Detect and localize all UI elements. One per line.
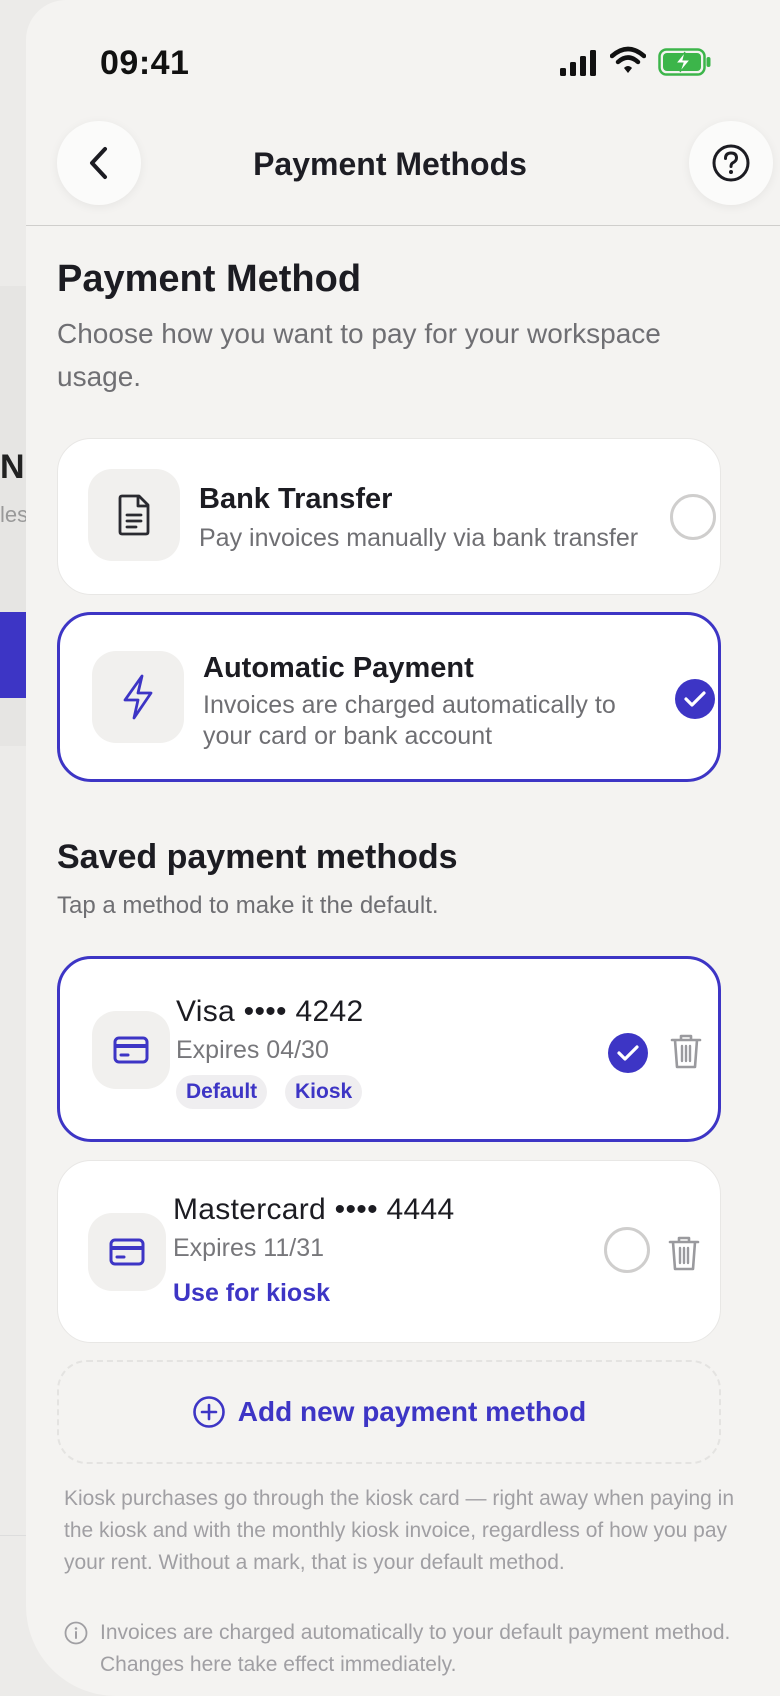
method-option-bank-transfer[interactable]: Bank Transfer Pay invoices manually via … (57, 438, 721, 595)
method-option-automatic-payment[interactable]: Automatic Payment Invoices are charged a… (57, 612, 721, 782)
page-title: Payment Methods (253, 146, 527, 182)
method-icon-box (92, 651, 184, 743)
radio-unselected[interactable] (670, 494, 716, 540)
card-expiry: Expires 11/31 (173, 1234, 325, 1262)
default-tag: Default (176, 1075, 268, 1109)
section-subtitle: Choose how you want to pay for your work… (57, 318, 661, 392)
radio-selected[interactable] (675, 679, 715, 719)
status-bar: 09:41 (26, 0, 780, 120)
cellular-signal-icon (560, 50, 596, 76)
radio-unselected[interactable] (604, 1227, 650, 1273)
help-button[interactable] (689, 121, 773, 205)
method-title: Automatic Payment (203, 652, 474, 684)
plus-circle-icon (192, 1396, 225, 1428)
background-text-fragment: les (0, 502, 29, 527)
question-circle-icon (712, 144, 750, 182)
card-name: Visa •••• 4242 (176, 995, 364, 1028)
background-button-fragment (0, 612, 26, 698)
radio-selected[interactable] (608, 1033, 648, 1073)
add-payment-method-button[interactable]: Add new payment method (57, 1360, 721, 1464)
wifi-icon (610, 46, 646, 73)
checkmark-icon (617, 1045, 639, 1061)
use-for-kiosk-link[interactable]: Use for kiosk (173, 1279, 330, 1308)
method-description: Pay invoices manually via bank transfer (199, 524, 639, 552)
info-note-text: Invoices are charged automatically to yo… (100, 1621, 731, 1676)
saved-methods-title: Saved payment methods (57, 838, 458, 876)
credit-card-icon (109, 1238, 145, 1266)
background-heading-fragment: N (0, 448, 25, 486)
saved-method-visa[interactable]: Visa •••• 4242 Expires 04/30 Default Kio… (57, 956, 721, 1142)
card-expiry: Expires 04/30 (176, 1036, 329, 1064)
battery-charging-icon (658, 48, 711, 76)
method-description: Invoices are charged automatically to yo… (203, 691, 616, 750)
info-icon (64, 1621, 88, 1645)
status-time: 09:41 (100, 44, 190, 82)
trash-icon[interactable] (667, 1234, 701, 1272)
checkmark-icon (684, 691, 706, 707)
method-icon-box (88, 469, 180, 561)
card-icon-box (92, 1011, 170, 1089)
card-icon-box (88, 1213, 166, 1291)
navigation-bar: Payment Methods (26, 110, 780, 226)
credit-card-icon (113, 1036, 149, 1064)
saved-method-mastercard[interactable]: Mastercard •••• 4444 Expires 11/31 Use f… (57, 1160, 721, 1343)
document-icon (118, 494, 150, 536)
kiosk-note: Kiosk purchases go through the kiosk car… (64, 1487, 735, 1574)
info-note: Invoices are charged automatically to yo… (64, 1617, 744, 1681)
method-title: Bank Transfer (199, 483, 393, 515)
payment-methods-sheet: 09:41 Payment Methods Payment Method Cho… (26, 0, 780, 1696)
add-payment-method-label: Add new payment method (237, 1396, 587, 1427)
kiosk-tag: Kiosk (285, 1075, 363, 1109)
trash-icon[interactable] (669, 1032, 703, 1070)
card-name: Mastercard •••• 4444 (173, 1193, 455, 1226)
saved-methods-subtitle: Tap a method to make it the default. (57, 892, 439, 919)
section-title: Payment Method (57, 258, 362, 300)
lightning-icon (123, 674, 153, 720)
